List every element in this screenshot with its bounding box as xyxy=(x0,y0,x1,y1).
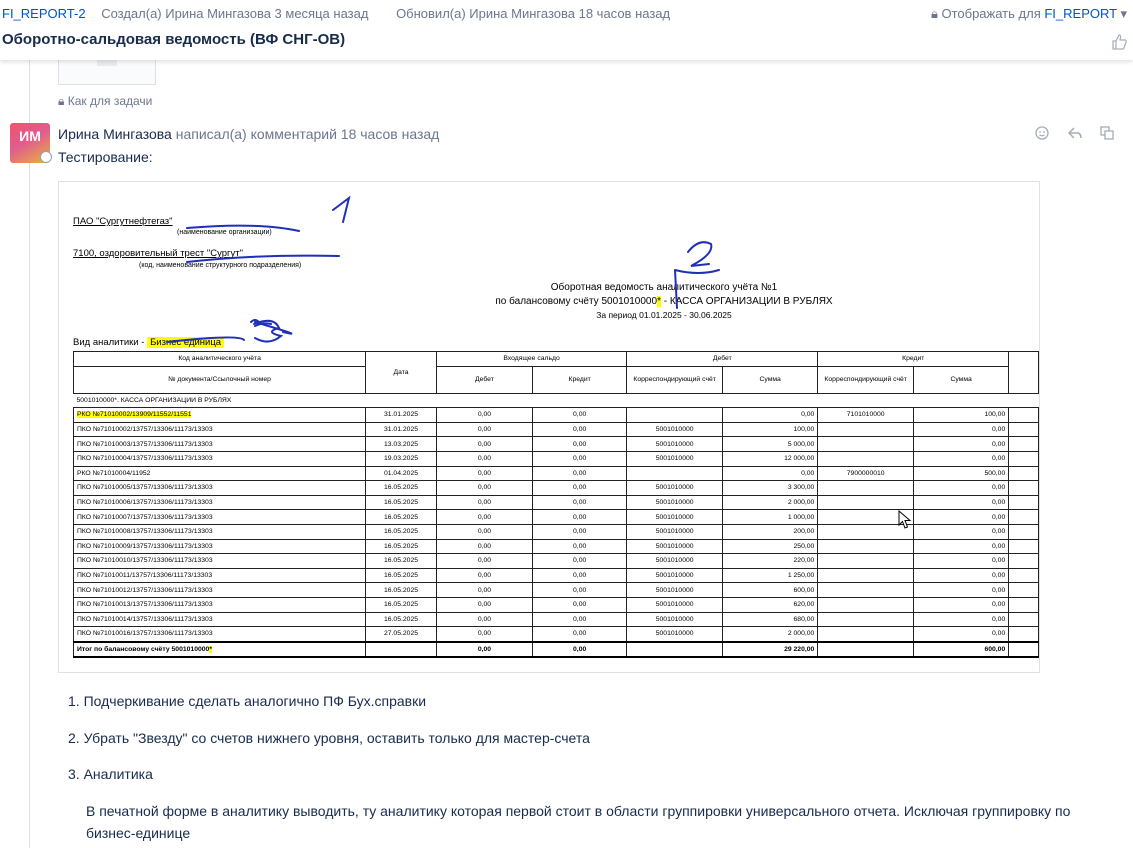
task-restriction: 🔒︎ Как для задачи xyxy=(58,94,152,109)
comment-thread-line xyxy=(29,60,30,848)
handwritten-annotations xyxy=(166,195,720,343)
status-badge xyxy=(40,151,52,163)
created-by: Создал(а) Ирина Мингазова 3 месяца назад xyxy=(101,6,369,21)
task-label: Как для задачи xyxy=(67,94,153,108)
chevron-down-icon: ▾ xyxy=(1120,6,1127,21)
reply-icon[interactable] xyxy=(1067,125,1083,141)
comment-author-line: Ирина Мингазова написал(а) комментарий 1… xyxy=(58,126,439,142)
copy-icon[interactable] xyxy=(1099,125,1115,141)
list-item: 2. Убрать "Звезду" со счетов нижнего уро… xyxy=(68,730,590,746)
analytics-note: В печатной форме в аналитику выводить, т… xyxy=(86,803,1071,841)
page-title: Оборотно-сальдовая ведомость (ВФ СНГ-ОВ) xyxy=(2,31,346,48)
avatar[interactable]: ИМ xyxy=(10,123,52,163)
project-key-link[interactable]: FI_REPORT-2 xyxy=(2,6,86,21)
emoji-reaction-icon[interactable] xyxy=(1034,125,1050,141)
mouse-cursor-icon xyxy=(898,510,912,529)
restriction-dropdown[interactable]: 🔒︎ Отображать для FI_REPORT ▾ xyxy=(931,6,1127,22)
comment-text: Тестирование: xyxy=(58,149,153,165)
page-header: FI_REPORT-2 Создал(а) Ирина Мингазова 3 … xyxy=(0,0,1133,60)
list-item: 1. Подчеркивание сделать аналогично ПФ Б… xyxy=(68,693,427,709)
comment-actions xyxy=(1022,125,1115,146)
restriction-project: FI_REPORT xyxy=(1044,6,1117,21)
comment-action: написал(а) комментарий 18 часов назад xyxy=(175,126,440,142)
lock-icon: 🔒︎ xyxy=(930,6,938,21)
page-meta: FI_REPORT-2 Создал(а) Ирина Мингазова 3 … xyxy=(2,6,670,21)
comment-author[interactable]: Ирина Мингазова xyxy=(58,126,172,142)
updated-by[interactable]: Обновил(а) Ирина Мингазова 18 часов наза… xyxy=(396,6,670,21)
lock-icon: 🔒︎ xyxy=(58,94,65,108)
restriction-label: Отображать для xyxy=(941,6,1041,21)
report-screenshot[interactable]: ПАО "Сургутнефтегаз" (наименование орган… xyxy=(58,181,1040,673)
list-item: 3. Аналитика xyxy=(68,766,153,782)
like-icon[interactable] xyxy=(1111,34,1127,50)
